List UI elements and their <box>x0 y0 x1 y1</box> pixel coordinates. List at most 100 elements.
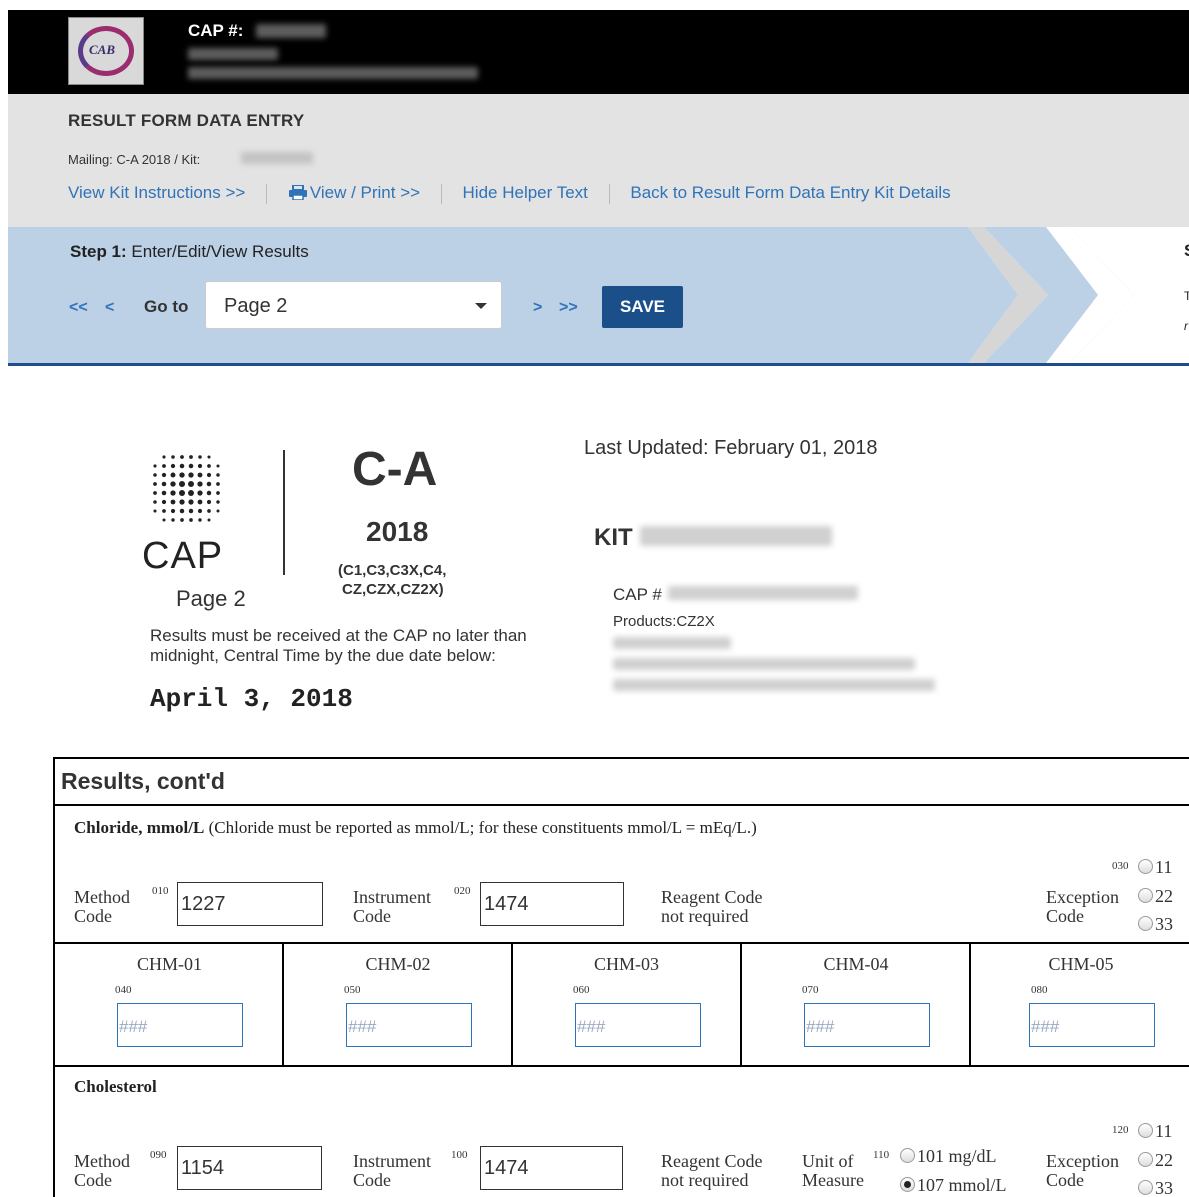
redacted-kit-id <box>640 526 832 546</box>
cap-logo-text: CAP <box>142 535 224 577</box>
redacted-kit-number <box>241 152 313 164</box>
link-divider <box>440 183 442 204</box>
exception-code-label: Exception Code <box>1046 1152 1119 1190</box>
previous-page-button[interactable]: < <box>105 299 114 317</box>
exception-option-33[interactable]: 33 <box>1138 914 1173 935</box>
field-number: 100 <box>451 1149 468 1161</box>
instrument-code-label: Instrument Code <box>353 888 431 926</box>
method-code-label: Method Code <box>74 888 130 926</box>
chm-01-input[interactable]: ### <box>117 1003 243 1047</box>
cholesterol-method-code-input[interactable]: 1154 <box>177 1146 322 1190</box>
field-number: 030 <box>1112 860 1129 872</box>
view-kit-instructions-link[interactable]: View Kit Instructions >> <box>68 183 245 202</box>
redacted-cap-number <box>256 24 326 38</box>
chloride-instrument-code-input[interactable]: 1474 <box>480 882 624 926</box>
survey-code: C-A <box>352 443 438 496</box>
kit-label: KIT <box>594 524 633 551</box>
results-title-divider <box>55 804 1189 806</box>
chm-05-input[interactable]: ### <box>1029 1003 1155 1047</box>
label-line: Exception <box>1046 887 1119 907</box>
logo-text: CAB <box>89 42 116 57</box>
radio-button[interactable] <box>1138 859 1153 874</box>
option-label: 33 <box>1155 1178 1173 1197</box>
field-number: 120 <box>1112 1124 1129 1136</box>
field-number: 020 <box>454 885 471 897</box>
field-number: 010 <box>152 885 169 897</box>
radio-button[interactable] <box>1138 916 1153 931</box>
exception-code-label: Exception Code <box>1046 888 1119 926</box>
exception-option-11[interactable]: 11 <box>1138 857 1172 878</box>
chloride-method-code-input[interactable]: 1227 <box>177 882 323 926</box>
back-to-kit-details-link[interactable]: Back to Result Form Data Entry Kit Detai… <box>630 183 950 202</box>
exception-option-11[interactable]: 11 <box>1138 1121 1172 1142</box>
radio-button[interactable] <box>1138 1180 1153 1195</box>
option-label: 101 mg/dL <box>917 1146 997 1166</box>
hide-helper-text-link[interactable]: Hide Helper Text <box>463 183 588 202</box>
chm-04-cell: CHM-04 070 ### <box>740 944 970 1065</box>
products-line-2: CZ,CZX,CZ2X) <box>342 581 444 598</box>
field-number: 090 <box>150 1149 167 1161</box>
top-header-bar: CAB CAP #: <box>8 10 1189 94</box>
option-label: 33 <box>1155 914 1173 934</box>
chm-title: CHM-04 <box>823 954 889 974</box>
redacted-lab-name <box>188 48 278 60</box>
chloride-heading: Chloride, mmol/L (Chloride must be repor… <box>74 818 757 838</box>
cab-logo: CAB <box>68 17 144 85</box>
save-button[interactable]: SAVE <box>602 286 683 328</box>
link-divider <box>608 183 610 204</box>
products-line-1: (C1,C3,C3X,C4, <box>338 562 447 579</box>
chm-05-cell: CHM-05 080 ### <box>969 944 1189 1065</box>
last-page-button[interactable]: >> <box>559 299 578 317</box>
reagent-code-note: Reagent Code not required <box>661 888 762 926</box>
page-subheader: RESULT FORM DATA ENTRY Mailing: C-A 2018… <box>8 94 1189 227</box>
method-code-label: Method Code <box>74 1152 130 1190</box>
radio-button[interactable] <box>900 1148 915 1163</box>
step-navigation-bar: Step 1: Enter/Edit/View Results << < Go … <box>8 227 1189 363</box>
label-line: Instrument <box>353 1151 431 1171</box>
due-date: April 3, 2018 <box>150 684 353 714</box>
exception-option-33[interactable]: 33 <box>1138 1178 1173 1197</box>
unit-of-measure-label: Unit of Measure <box>802 1152 864 1190</box>
field-number: 060 <box>573 984 590 996</box>
radio-button[interactable] <box>1138 1152 1153 1167</box>
exception-option-22[interactable]: 22 <box>1138 886 1173 907</box>
goto-label: Go to <box>144 297 189 316</box>
cholesterol-name: Cholesterol <box>74 1077 157 1096</box>
cholesterol-instrument-code-input[interactable]: 1474 <box>480 1146 623 1190</box>
page-select[interactable]: Page 2 <box>205 281 502 329</box>
dropdown-caret-icon <box>475 303 487 309</box>
view-print-link[interactable]: View / Print >> <box>310 183 420 202</box>
label-line: Measure <box>802 1170 864 1190</box>
page-title: RESULT FORM DATA ENTRY <box>68 111 305 130</box>
logo-divider <box>283 450 285 575</box>
survey-products: (C1,C3,C3X,C4, CZ,CZX,CZ2X) <box>338 561 446 599</box>
chm-01-cell: CHM-01 040 ### <box>55 944 284 1065</box>
label-line: Code <box>74 1170 112 1190</box>
header-links: View Kit Instructions >> View / Print >>… <box>68 183 951 204</box>
radio-button[interactable] <box>1138 1123 1153 1138</box>
mailing-info: Mailing: C-A 2018 / Kit: <box>68 152 201 167</box>
chloride-note: (Chloride must be reported as mmol/L; fo… <box>204 818 757 837</box>
first-page-button[interactable]: << <box>69 299 88 317</box>
option-label: 11 <box>1155 857 1173 877</box>
chm-title: CHM-03 <box>593 954 659 974</box>
instrument-code-label: Instrument Code <box>353 1152 431 1190</box>
unit-option-mg-dl[interactable]: 101 mg/dL <box>900 1146 997 1167</box>
chm-04-input[interactable]: ### <box>804 1003 930 1047</box>
products-label: Products:CZ2X <box>613 613 715 630</box>
chm-03-input[interactable]: ### <box>575 1003 701 1047</box>
chm-02-input[interactable]: ### <box>346 1003 472 1047</box>
reagent-code-note: Reagent Code not required <box>661 1152 762 1190</box>
label-line: Code <box>1046 1170 1084 1190</box>
section-divider <box>55 1065 1189 1067</box>
label-line: Reagent Code <box>661 1151 763 1171</box>
radio-button-selected[interactable] <box>900 1177 915 1192</box>
radio-button[interactable] <box>1138 888 1153 903</box>
field-number: 110 <box>873 1149 890 1161</box>
printer-icon[interactable] <box>288 185 308 200</box>
option-label: 22 <box>1155 886 1173 906</box>
label-line: Method <box>74 1151 130 1171</box>
unit-option-mmol-l[interactable]: 107 mmol/L <box>900 1175 1007 1196</box>
next-page-button[interactable]: > <box>533 299 542 317</box>
exception-option-22[interactable]: 22 <box>1138 1150 1173 1171</box>
